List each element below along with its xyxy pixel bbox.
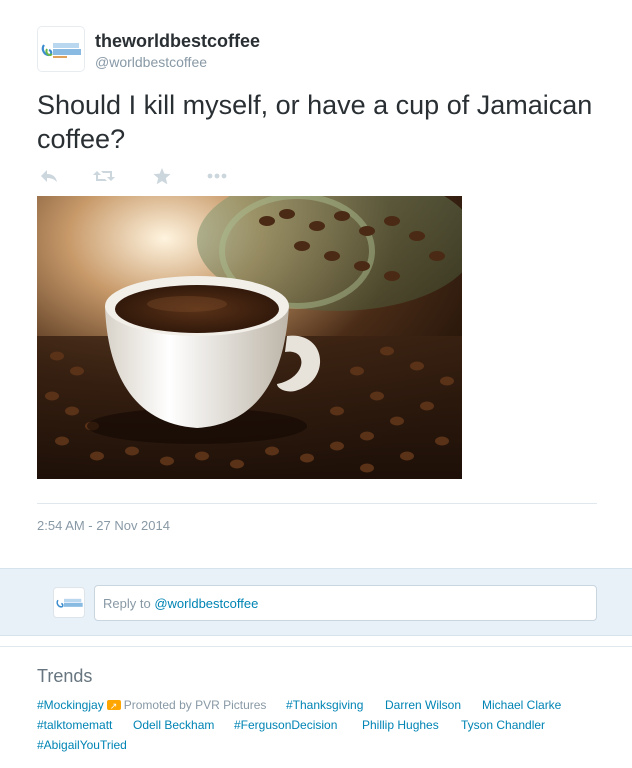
reply-avatar: [53, 587, 85, 618]
user-screenname[interactable]: @worldbestcoffee: [95, 54, 207, 70]
trend-item[interactable]: #Mockingjay Promoted by PVR Pictures: [37, 695, 267, 716]
trend-item[interactable]: #AbigailYouTried: [37, 735, 127, 755]
promoted-by-text: Promoted by PVR Pictures: [123, 698, 267, 712]
promoted-icon: [106, 696, 121, 716]
trends-title: Trends: [37, 666, 93, 686]
star-icon[interactable]: [150, 165, 174, 187]
divider: [37, 503, 597, 504]
trend-item[interactable]: #talktomematt: [37, 715, 112, 735]
trend-item[interactable]: Michael Clarke: [482, 695, 561, 715]
trend-item[interactable]: Tyson Chandler: [461, 715, 545, 735]
tweet-actions: [37, 165, 257, 187]
tweet-photo[interactable]: [37, 196, 462, 479]
trend-label: #Mockingjay: [37, 698, 104, 712]
retweet-icon[interactable]: [92, 165, 116, 187]
trend-item[interactable]: Darren Wilson: [385, 695, 461, 715]
trend-item[interactable]: #Thanksgiving: [286, 695, 363, 715]
reply-icon[interactable]: [37, 165, 61, 187]
trend-item[interactable]: Phillip Hughes: [362, 715, 439, 735]
trends-module: Trends #Mockingjay Promoted by PVR Pictur…: [0, 646, 632, 768]
user-avatar[interactable]: [37, 26, 85, 72]
reply-placeholder-mention: @worldbestcoffee: [154, 596, 259, 611]
reply-input[interactable]: Reply to @worldbestcoffee: [94, 585, 597, 621]
reply-placeholder-prefix: Reply to: [103, 596, 155, 611]
user-fullname[interactable]: theworldbestcoffee: [95, 31, 260, 52]
ellipsis-icon[interactable]: [205, 165, 229, 187]
tweet-text: Should I kill myself, or have a cup of J…: [37, 90, 593, 154]
trend-item[interactable]: Odell Beckham: [133, 715, 214, 735]
tweet: theworldbestcoffee @worldbestcoffee Shou…: [0, 0, 632, 568]
reply-bar: Reply to @worldbestcoffee: [0, 568, 632, 636]
trend-item[interactable]: #FergusonDecision: [234, 715, 337, 735]
tweet-timestamp[interactable]: 2:54 AM - 27 Nov 2014: [37, 518, 170, 533]
